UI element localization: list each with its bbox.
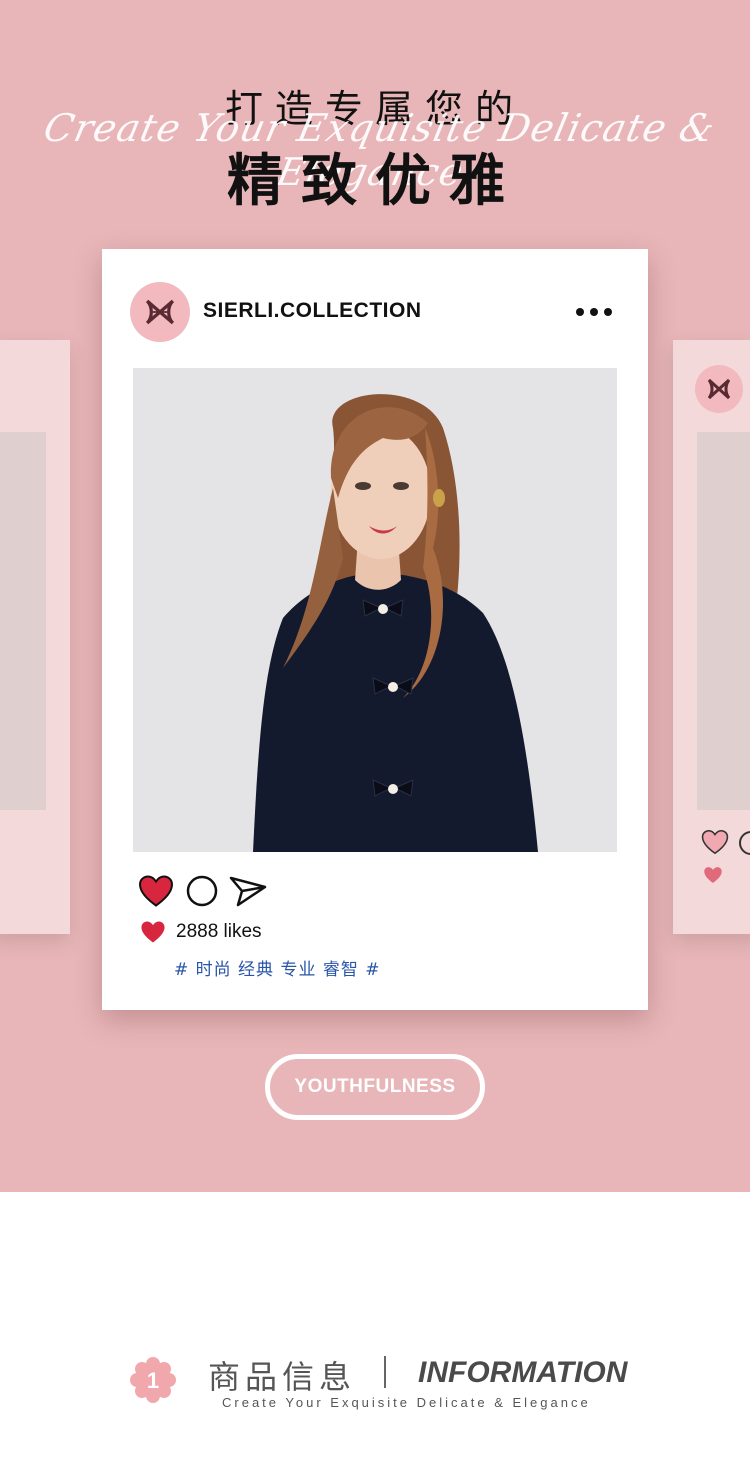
more-dots-icon[interactable] xyxy=(574,297,614,327)
likes-count[interactable]: 2888 likes xyxy=(176,921,262,943)
brand-logo xyxy=(145,299,175,325)
ghost-card-image xyxy=(0,432,46,810)
heart-icon xyxy=(704,867,722,883)
share-icon[interactable] xyxy=(228,873,268,909)
hero-title-line2: 精致优雅 xyxy=(227,149,523,214)
likes-heart-icon xyxy=(141,921,165,943)
post-handle[interactable]: SIERLI.COLLECTION xyxy=(203,299,422,323)
heart-outline-icon[interactable] xyxy=(701,829,729,855)
brand-logo xyxy=(695,365,743,413)
post-tags[interactable]: # 时尚 经典 专业 睿智 # xyxy=(174,955,381,980)
hero-section: 打造专属您的 Create Your Exquisite Delicate & … xyxy=(0,0,750,1192)
youthfulness-pill[interactable]: YOUTHFULNESS xyxy=(265,1054,485,1120)
ghost-card-left[interactable] xyxy=(0,340,70,934)
ghost-card-right[interactable] xyxy=(673,340,750,934)
info-divider xyxy=(384,1356,386,1388)
heart-icon[interactable] xyxy=(138,873,174,909)
brand-avatar[interactable] xyxy=(130,282,190,342)
info-title-cn: 商品信息 xyxy=(208,1358,357,1396)
flower-number-badge: 1 xyxy=(130,1357,176,1403)
model-illustration xyxy=(133,368,617,852)
ghost-card-image xyxy=(697,432,750,810)
pill-label: YOUTHFULNESS xyxy=(294,1076,456,1097)
post-card: SIERLI.COLLECTION 2888 likes # 时尚 经典 专业 … xyxy=(102,249,648,1010)
info-subtitle: Create Your Exquisite Delicate & Eleganc… xyxy=(222,1395,591,1410)
comment-icon[interactable] xyxy=(184,873,220,909)
info-title-en: INFORMATION xyxy=(418,1356,628,1389)
comment-icon[interactable] xyxy=(737,829,750,857)
post-photo[interactable] xyxy=(133,368,617,852)
badge-number: 1 xyxy=(147,1368,159,1393)
